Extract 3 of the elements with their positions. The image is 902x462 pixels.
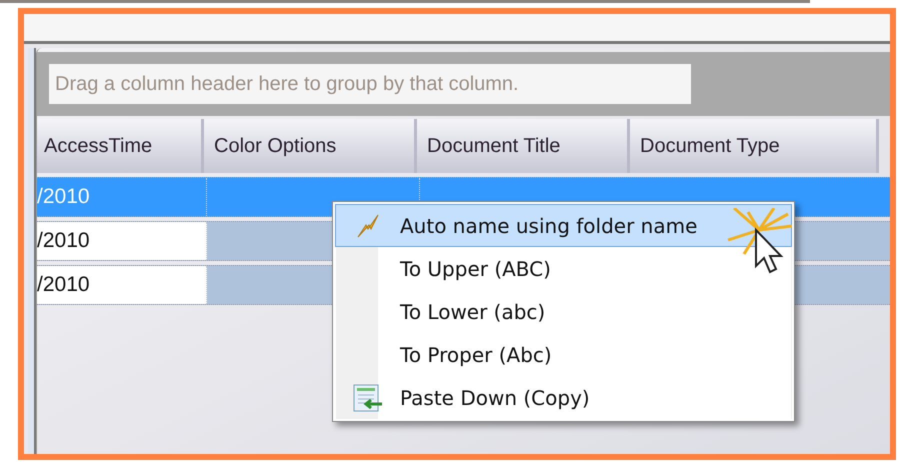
table-cell: /2010 — [37, 266, 207, 304]
table-cell: /2010 — [37, 178, 207, 216]
table-cell: /2010 — [37, 222, 207, 260]
